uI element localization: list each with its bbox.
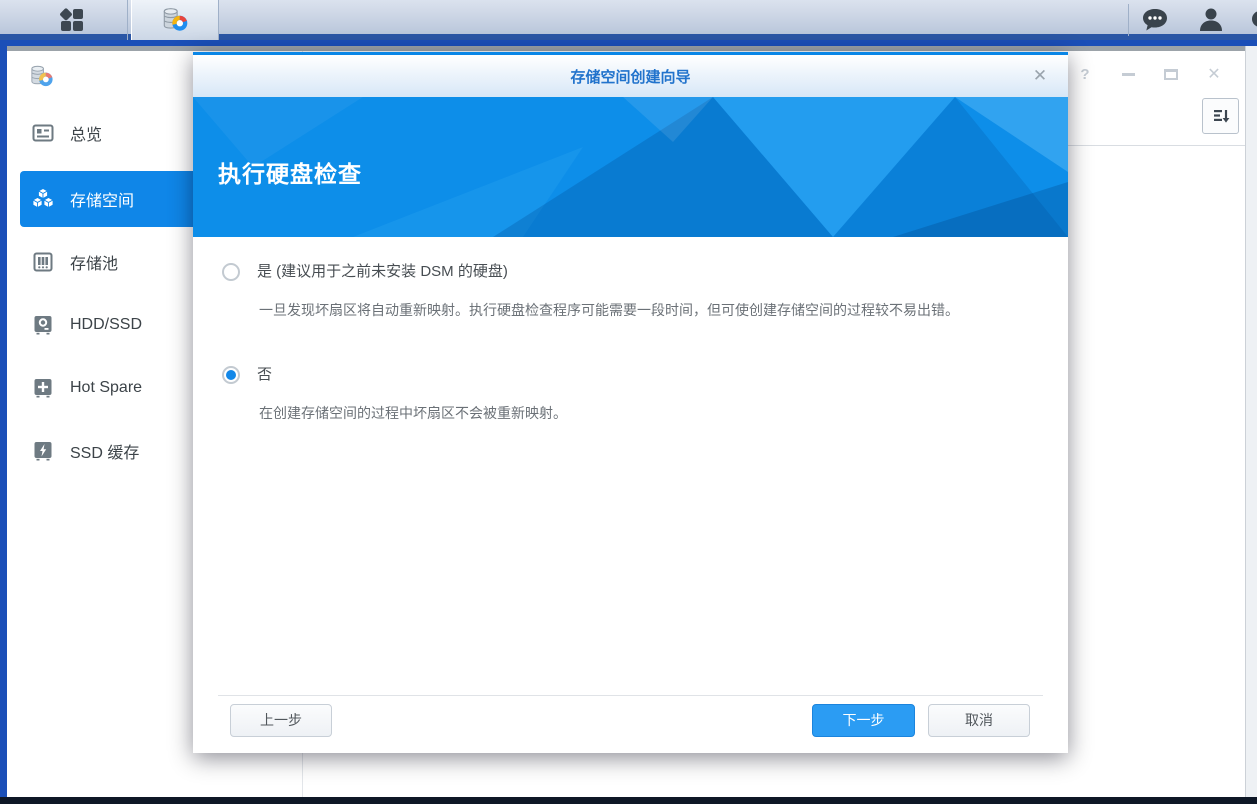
sidebar-item-label: 存储空间 xyxy=(70,193,135,210)
taskbar xyxy=(0,0,1257,40)
back-button[interactable]: 上一步 xyxy=(230,704,332,737)
radio-yes[interactable] xyxy=(222,263,240,281)
window-controls: ? ✕ xyxy=(1076,66,1223,84)
notifications-button[interactable] xyxy=(1140,5,1170,40)
option-no-label: 否 xyxy=(257,366,273,383)
footer-divider xyxy=(218,695,1043,696)
taskbar-separator xyxy=(1128,4,1129,36)
clipped-icon xyxy=(1252,11,1257,27)
cancel-button[interactable]: 取消 xyxy=(928,704,1030,737)
desktop-bottom-edge xyxy=(0,797,1257,804)
overview-icon xyxy=(32,124,54,142)
sort-button[interactable] xyxy=(1202,98,1239,134)
next-button[interactable]: 下一步 xyxy=(812,704,915,737)
dialog-body: 是 (建议用于之前未安装 DSM 的硬盘) 一旦发现坏扇区将自动重新映射。执行硬… xyxy=(193,237,1068,423)
minimize-icon xyxy=(1121,72,1135,76)
help-button[interactable]: ? xyxy=(1076,66,1094,83)
dialog-titlebar[interactable]: 存储空间创建向导 ✕ xyxy=(193,52,1068,97)
option-yes-label: 是 (建议用于之前未安装 DSM 的硬盘) xyxy=(257,263,508,280)
step-title: 执行硬盘检查 xyxy=(218,161,362,187)
storage-pool-icon xyxy=(33,252,53,272)
maximize-icon xyxy=(1164,68,1178,80)
dialog-close-button[interactable]: ✕ xyxy=(1028,64,1052,88)
dialog-footer: 上一步 下一步 取消 xyxy=(193,695,1068,753)
volume-cubes-icon xyxy=(32,188,54,209)
volume-creation-wizard-dialog: 存储空间创建向导 ✕ 执行硬盘检查 是 (建议用于之前未安装 DSM 的硬盘) … xyxy=(193,52,1068,753)
storage-manager-icon xyxy=(163,8,188,31)
grid-icon xyxy=(59,8,83,31)
person-icon xyxy=(1200,8,1222,31)
storage-manager-app-icon xyxy=(28,63,55,95)
radio-no[interactable] xyxy=(222,366,240,384)
sidebar-item-label: SSD 缓存 xyxy=(70,445,140,462)
hdd-icon xyxy=(34,316,52,335)
dialog-banner: 执行硬盘检查 xyxy=(193,97,1068,237)
option-yes-row[interactable]: 是 (建议用于之前未安装 DSM 的硬盘) xyxy=(222,263,1043,281)
maximize-button[interactable] xyxy=(1162,66,1180,82)
desktop-right-edge xyxy=(1245,46,1257,797)
window-close-button[interactable]: ✕ xyxy=(1205,66,1223,83)
sidebar-item-label: Hot Spare xyxy=(70,379,143,396)
storage-manager-taskbar-button[interactable] xyxy=(131,0,219,40)
minimize-button[interactable] xyxy=(1119,66,1137,82)
dialog-title: 存储空间创建向导 xyxy=(570,68,691,86)
option-yes-description: 一旦发现坏扇区将自动重新映射。执行硬盘检查程序可能需要一段时间，但可使创建存储空… xyxy=(259,302,959,318)
hot-spare-icon xyxy=(34,379,52,398)
option-no-row[interactable]: 否 xyxy=(222,366,1043,384)
chat-bubble-icon xyxy=(1143,9,1167,31)
window-drag-strip[interactable] xyxy=(7,46,1245,51)
sidebar-item-label: 存储池 xyxy=(70,256,119,273)
sidebar-item-label: HDD/SSD xyxy=(70,316,143,333)
ssd-cache-icon xyxy=(34,442,52,461)
sort-icon xyxy=(1213,110,1229,123)
main-menu-button[interactable] xyxy=(16,0,128,40)
options-gap xyxy=(222,320,1043,366)
sidebar-item-label: 总览 xyxy=(70,127,103,144)
taskbar-edge-button[interactable] xyxy=(1248,5,1257,40)
user-menu-button[interactable] xyxy=(1196,5,1226,40)
option-no-description: 在创建存储空间的过程中坏扇区不会被重新映射。 xyxy=(259,405,567,421)
